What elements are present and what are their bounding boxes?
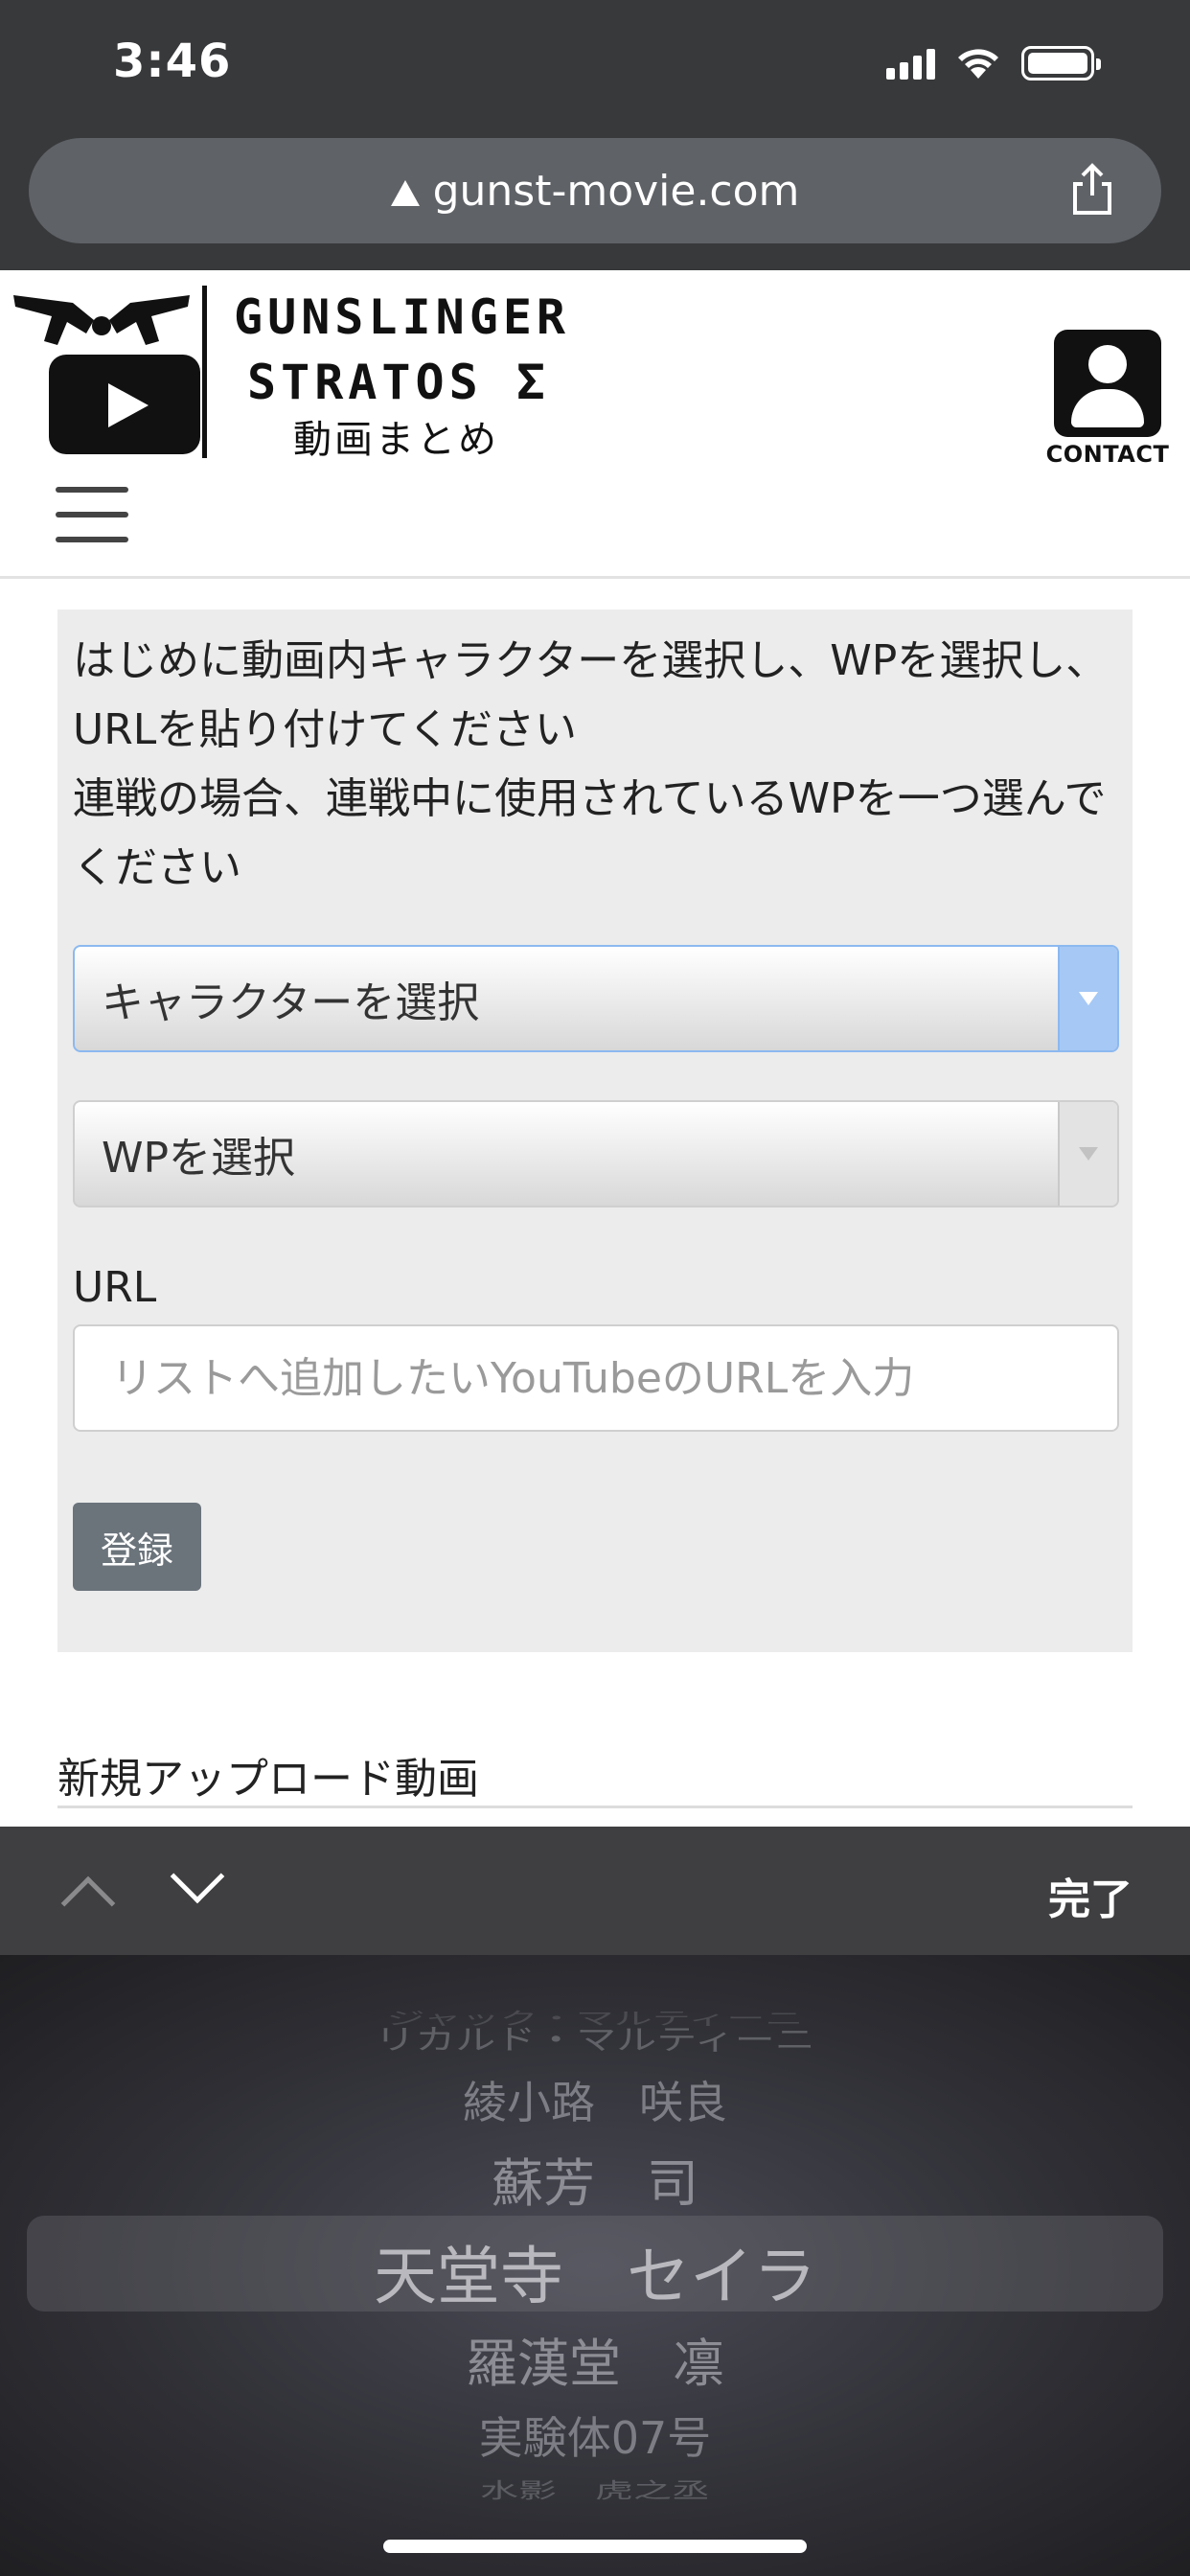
dropdown-arrow-icon <box>1058 947 1117 1050</box>
instruction-line-2: 連戦の場合、連戦中に使用されているWPを一つ選んでください <box>73 774 1107 892</box>
url-text: gunst-movie.com <box>432 166 800 216</box>
submit-button[interactable]: 登録 <box>73 1503 201 1591</box>
picker-toolbar: 完了 <box>0 1827 1190 1955</box>
share-icon[interactable] <box>1064 161 1121 218</box>
site-header: GUNSLINGER STRATOS Σ 動画まとめ CONTACT <box>0 270 1190 579</box>
divider <box>57 1806 1133 1808</box>
character-select-value: キャラクターを選択 <box>102 978 480 1027</box>
status-icons <box>886 46 1101 80</box>
contact-label: CONTACT <box>1045 441 1170 468</box>
character-select[interactable]: キャラクターを選択 <box>73 945 1119 1052</box>
wp-select[interactable]: WPを選択 <box>73 1100 1119 1208</box>
picker-wheel[interactable]: ジャック・マルティーニ リカルド・マルティーニ 綾小路 咲良 蘇芳 司 天堂寺 … <box>0 1955 1190 2576</box>
logo-divider <box>202 286 207 458</box>
picker-item[interactable]: 蘇芳 司 <box>0 2141 1190 2217</box>
wifi-icon <box>958 49 998 79</box>
registration-form: はじめに動画内キャラクターを選択し、WPを選択し、URLを貼り付けてください 連… <box>57 610 1133 1652</box>
site-logo[interactable]: GUNSLINGER STRATOS Σ 動画まとめ <box>6 278 581 462</box>
address-bar[interactable]: gunst-movie.com <box>29 138 1161 243</box>
picker-item[interactable]: 実験体07号 <box>0 2404 1190 2467</box>
user-icon <box>1054 330 1161 437</box>
form-instructions: はじめに動画内キャラクターを選択し、WPを選択し、URLを貼り付けてください 連… <box>73 627 1117 903</box>
picker-item[interactable]: 羅漢堂 凛 <box>0 2321 1190 2397</box>
play-icon <box>49 355 200 454</box>
done-button[interactable]: 完了 <box>1048 1865 1133 1926</box>
status-time: 3:46 <box>113 34 232 88</box>
picker-item[interactable]: リカルド・マルティーニ <box>0 2017 1190 2058</box>
logo-title-line2: STRATOS Σ <box>247 355 550 410</box>
url-label: URL <box>73 1263 157 1312</box>
logo-title-line1: GUNSLINGER <box>234 289 571 345</box>
picker-item[interactable]: 綾小路 咲良 <box>0 2068 1190 2131</box>
instruction-line-1: はじめに動画内キャラクターを選択し、WPを選択し、URLを貼り付けてください <box>73 636 1109 754</box>
battery-icon <box>1021 46 1101 80</box>
cellular-signal-icon <box>886 47 935 80</box>
picker-item[interactable]: 水影 虎之丞 <box>0 2473 1190 2504</box>
dropdown-arrow-icon <box>1058 1102 1117 1206</box>
crossed-guns-icon <box>13 295 190 345</box>
warning-icon <box>390 179 420 206</box>
home-indicator[interactable] <box>383 2540 807 2553</box>
section-title: 新規アップロード動画 <box>57 1755 479 1804</box>
wp-select-value: WPを選択 <box>102 1134 296 1183</box>
contact-button[interactable]: CONTACT <box>1044 330 1171 468</box>
picker-item-selected[interactable]: 天堂寺 セイラ <box>0 2225 1190 2317</box>
next-field-icon[interactable] <box>170 1849 225 1904</box>
logo-subtitle: 動画まとめ <box>293 418 499 462</box>
previous-field-icon[interactable] <box>60 1875 116 1931</box>
browser-chrome: 3:46 gunst-movie.com <box>0 0 1190 270</box>
url-input[interactable] <box>73 1324 1119 1432</box>
hamburger-menu-icon[interactable] <box>56 487 128 542</box>
